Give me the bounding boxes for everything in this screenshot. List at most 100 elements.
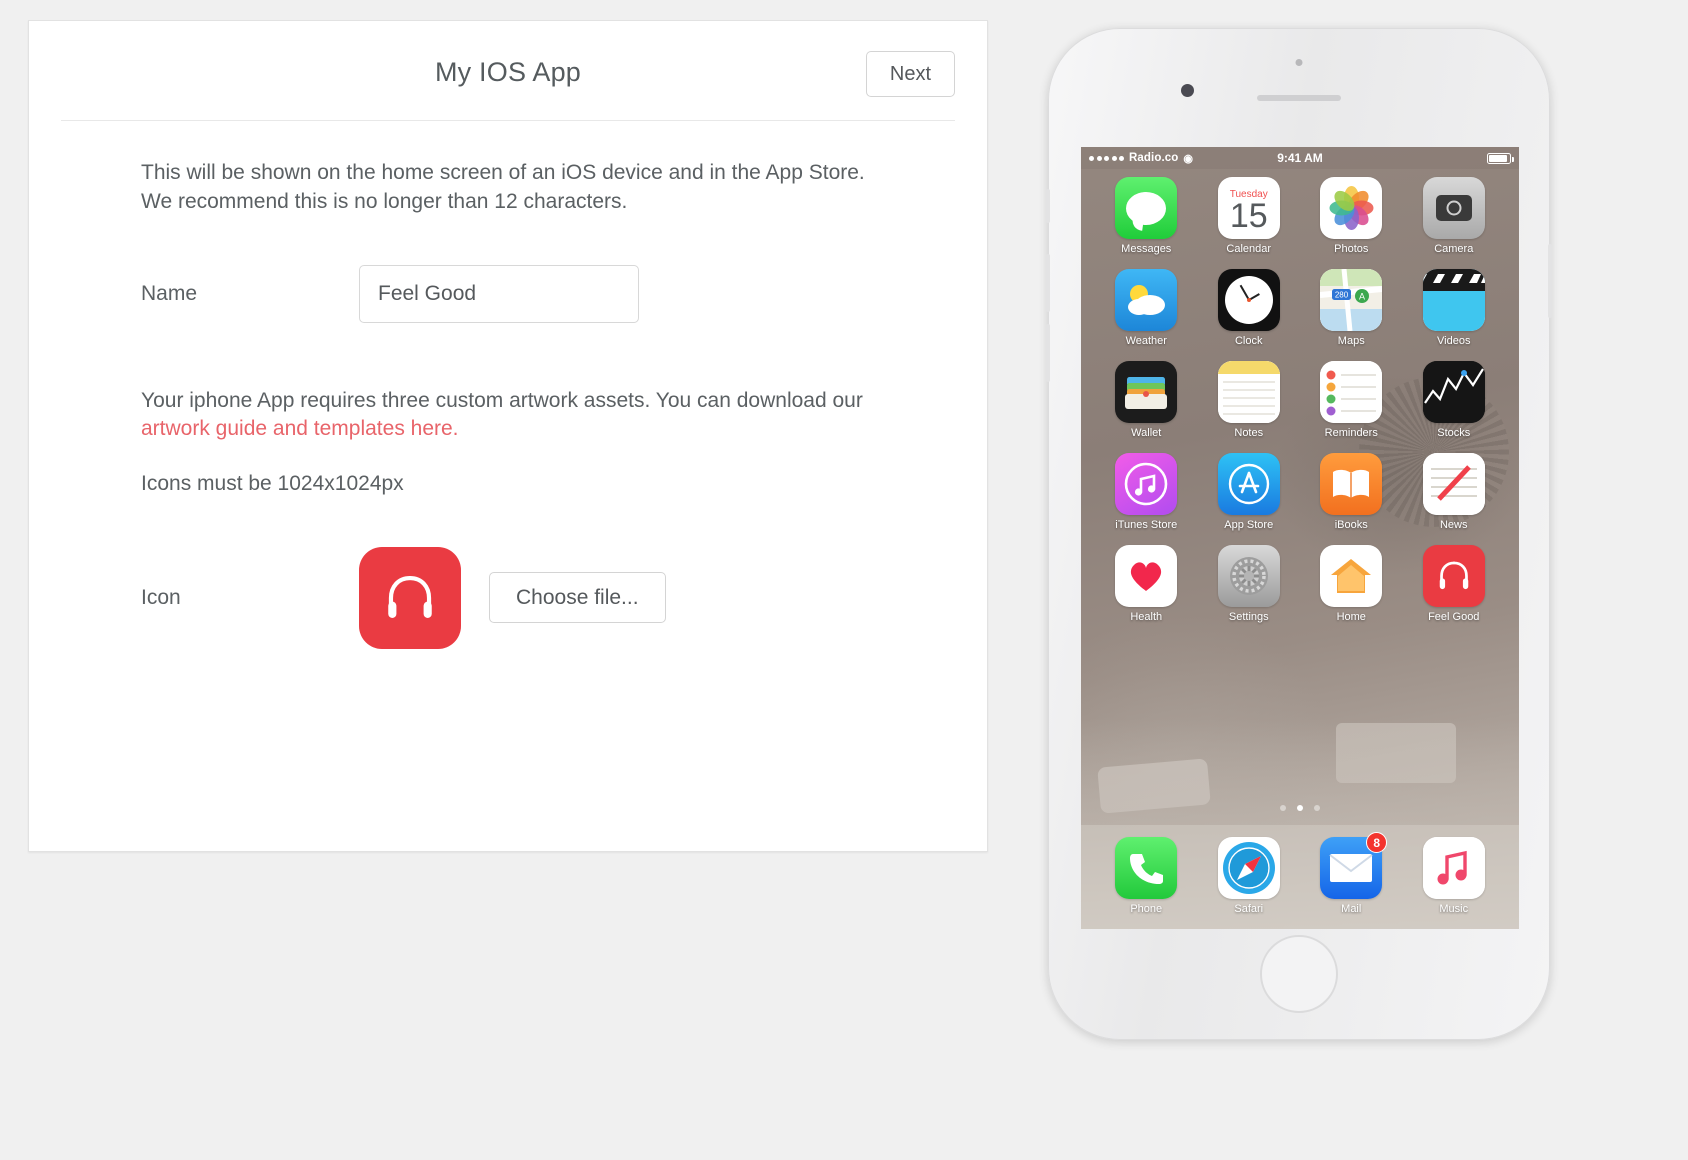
dock-app-safari[interactable]: Safari [1198, 837, 1301, 929]
dock-app-music[interactable]: Music [1403, 837, 1506, 929]
app-label: Photos [1334, 243, 1369, 255]
app-wallet[interactable]: Wallet [1095, 361, 1198, 439]
earpiece-speaker [1257, 95, 1341, 101]
camera-icon[interactable] [1422, 177, 1485, 239]
app-calendar[interactable]: Tuesday 15 Calendar [1198, 177, 1301, 255]
headphones-icon [388, 575, 432, 618]
app-weather[interactable]: Weather [1095, 269, 1198, 347]
calendar-icon[interactable]: Tuesday 15 [1217, 177, 1280, 239]
intro-line-2: We recommend this is no longer than 12 c… [141, 189, 628, 213]
app-label: Phone [1130, 903, 1163, 915]
app-label: Wallet [1131, 427, 1162, 439]
app-label: Music [1439, 903, 1469, 915]
icon-field-row: Icon Choose file... [141, 546, 987, 649]
mail-badge: 8 [1366, 832, 1388, 853]
app-clock[interactable]: Clock [1198, 269, 1301, 347]
stocks-icon[interactable] [1422, 361, 1485, 423]
app-setup-card: My IOS App Next This will be shown on th… [28, 20, 988, 852]
home-button[interactable] [1260, 935, 1338, 1013]
app-settings[interactable]: Settings [1198, 545, 1301, 623]
icon-size-note: Icons must be 1024x1024px [141, 472, 404, 496]
safari-icon[interactable] [1217, 837, 1280, 899]
page-dot[interactable] [1280, 805, 1286, 811]
page-dot-active[interactable] [1297, 805, 1303, 811]
app-label: iTunes Store [1115, 519, 1178, 531]
weather-icon[interactable] [1115, 269, 1178, 331]
card-header: My IOS App Next [61, 21, 955, 121]
app-app-store[interactable]: App Store [1198, 453, 1301, 531]
health-icon[interactable] [1115, 545, 1178, 607]
reminders-icon[interactable] [1320, 361, 1383, 423]
dock-app-mail[interactable]: 8 Mail [1300, 832, 1403, 929]
app-label: Videos [1437, 335, 1471, 347]
intro-line-1: This will be shown on the home screen of… [141, 161, 865, 184]
app-maps[interactable]: 280 A Maps [1300, 269, 1403, 347]
volume-up-button[interactable] [1046, 254, 1050, 312]
name-input[interactable] [359, 264, 639, 323]
name-field-row: Name [141, 264, 987, 323]
app-stocks[interactable]: Stocks [1403, 361, 1506, 439]
svg-text:A: A [1359, 292, 1365, 302]
app-label: Calendar [1226, 243, 1272, 255]
page-indicator-dots [1081, 805, 1519, 811]
photos-icon[interactable] [1320, 177, 1383, 239]
app-label: Health [1130, 611, 1163, 623]
dock: Phone Safari 8 Mail Music [1081, 825, 1519, 929]
app-store-icon[interactable] [1217, 453, 1280, 515]
svg-text:280: 280 [1335, 291, 1349, 300]
music-icon[interactable] [1422, 837, 1485, 899]
app-health[interactable]: Health [1095, 545, 1198, 623]
app-camera[interactable]: Camera [1403, 177, 1506, 255]
app-label: Feel Good [1428, 611, 1480, 623]
volume-down-button[interactable] [1046, 324, 1050, 382]
app-news[interactable]: News [1403, 453, 1506, 531]
app-label: Stocks [1437, 427, 1471, 439]
app-home[interactable]: Home [1300, 545, 1403, 623]
artwork-paragraph: Your iphone App requires three custom ar… [141, 387, 901, 445]
choose-file-button[interactable]: Choose file... [489, 572, 666, 624]
notes-icon[interactable] [1217, 361, 1280, 423]
clock-icon[interactable] [1217, 269, 1280, 331]
power-button[interactable] [1548, 244, 1552, 318]
app-ibooks[interactable]: iBooks [1300, 453, 1403, 531]
card-body: This will be shown on the home screen of… [29, 121, 987, 649]
app-label: Camera [1434, 243, 1474, 255]
silent-switch[interactable] [1046, 189, 1050, 223]
app-label: Reminders [1324, 427, 1378, 439]
app-label: News [1439, 519, 1468, 531]
app-label: iBooks [1334, 519, 1368, 531]
icon-label: Icon [141, 585, 181, 609]
app-messages[interactable]: Messages [1095, 177, 1198, 255]
settings-icon[interactable] [1217, 545, 1280, 607]
battery-icon [1487, 152, 1514, 164]
ibooks-icon[interactable] [1320, 453, 1383, 515]
news-icon[interactable] [1422, 453, 1485, 515]
feel-good-icon[interactable] [1422, 545, 1485, 607]
app-label: Notes [1234, 427, 1264, 439]
itunes-store-icon[interactable] [1115, 453, 1178, 515]
home-icon[interactable] [1320, 545, 1383, 607]
app-icon-preview [359, 546, 461, 649]
app-label: Clock [1234, 335, 1263, 347]
app-itunes-store[interactable]: iTunes Store [1095, 453, 1198, 531]
maps-icon[interactable]: 280 A [1320, 269, 1383, 331]
app-photos[interactable]: Photos [1300, 177, 1403, 255]
dock-app-phone[interactable]: Phone [1095, 837, 1198, 929]
next-button[interactable]: Next [865, 51, 955, 97]
phone-icon[interactable] [1115, 837, 1178, 899]
app-label: Mail [1341, 903, 1362, 915]
messages-icon[interactable] [1115, 177, 1178, 239]
app-feel-good[interactable]: Feel Good [1403, 545, 1506, 623]
phone-body: Radio.co ◉ 9:41 AM Messages Tuesday 15 C… [1046, 28, 1552, 1040]
phone-screen: Radio.co ◉ 9:41 AM Messages Tuesday 15 C… [1081, 147, 1519, 929]
artwork-text: Your iphone App requires three custom ar… [141, 388, 863, 412]
artwork-guide-link[interactable]: artwork guide and templates here. [141, 417, 459, 440]
app-notes[interactable]: Notes [1198, 361, 1301, 439]
app-label: Settings [1228, 611, 1269, 623]
videos-icon[interactable] [1422, 269, 1485, 331]
app-reminders[interactable]: Reminders [1300, 361, 1403, 439]
app-videos[interactable]: Videos [1403, 269, 1506, 347]
wallet-icon[interactable] [1115, 361, 1178, 423]
page-dot[interactable] [1314, 805, 1320, 811]
app-label: Home [1336, 611, 1366, 623]
